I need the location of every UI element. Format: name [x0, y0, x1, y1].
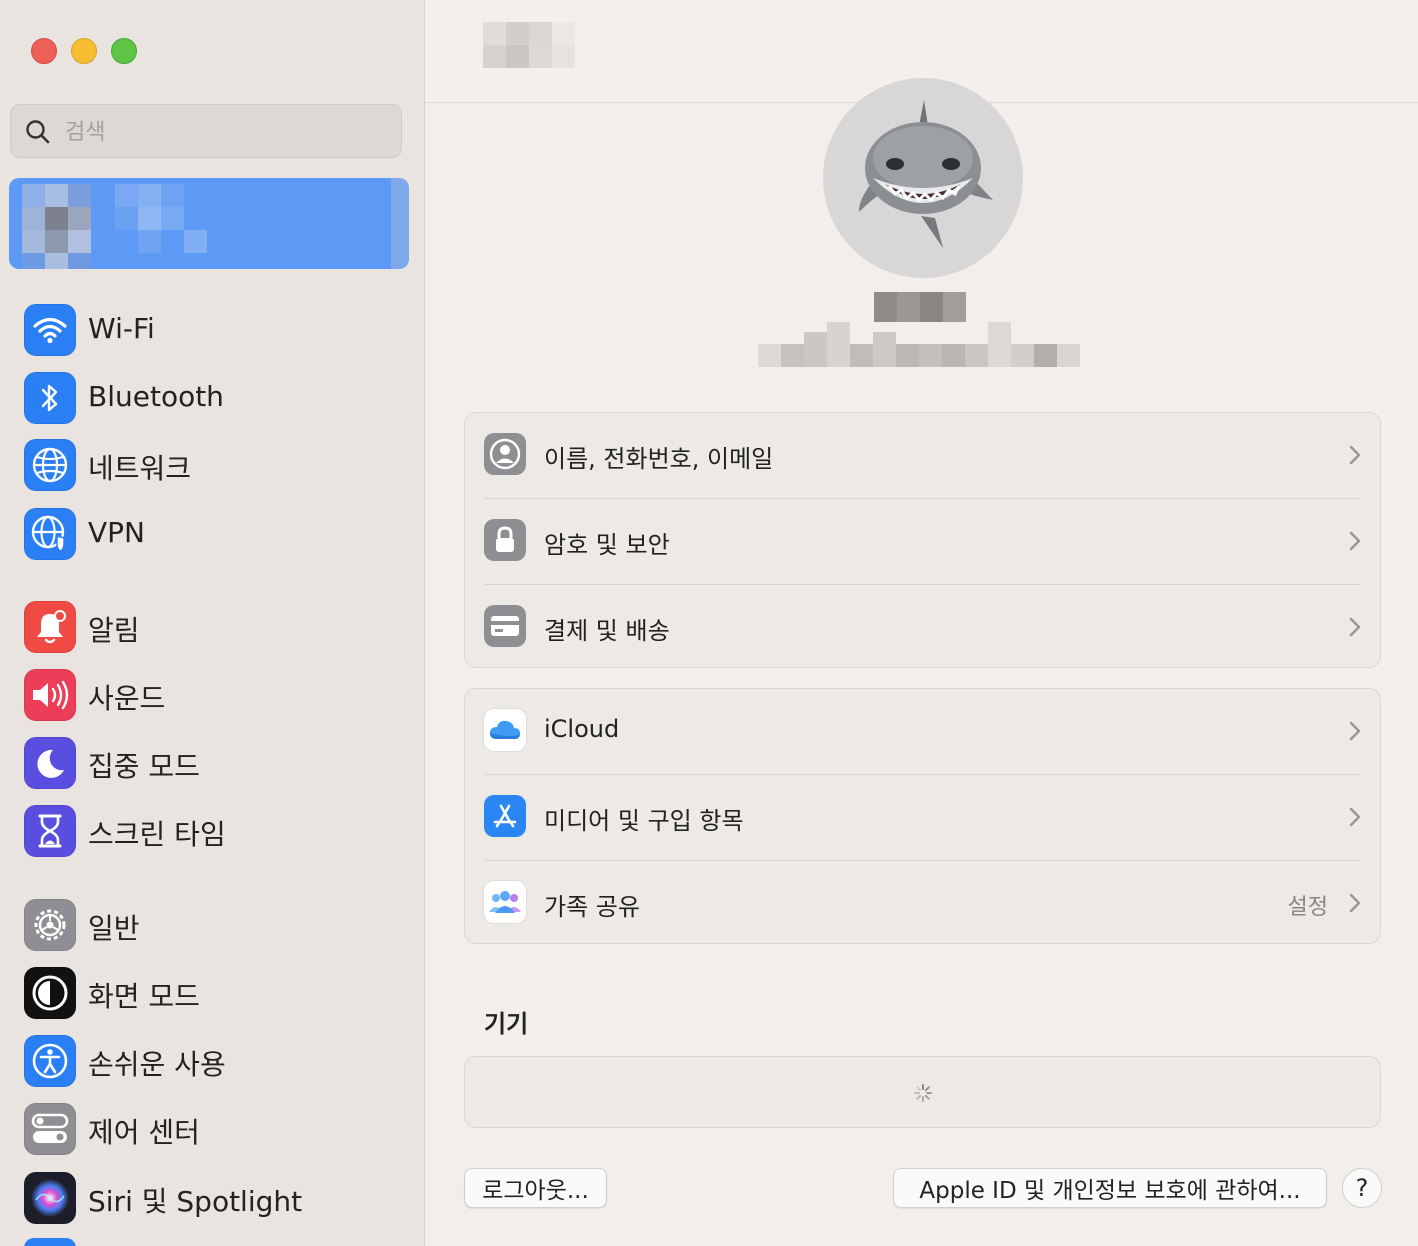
- gear-icon: [24, 899, 76, 951]
- appearance-icon: [24, 967, 76, 1019]
- sidebar: Wi-Fi Bluetooth 네트워크: [0, 0, 425, 1246]
- logout-button[interactable]: 로그아웃...: [464, 1168, 607, 1208]
- row-label: 암호 및 보안: [544, 531, 670, 559]
- control-center-icon: [24, 1103, 76, 1155]
- family-sharing-row[interactable]: 가족 공유 설정: [465, 861, 1380, 947]
- sidebar-item-sound[interactable]: 사운드: [22, 667, 412, 723]
- row-label: 미디어 및 구입 항목: [544, 807, 744, 835]
- bell-icon: [24, 601, 76, 653]
- search-input[interactable]: [63, 115, 387, 149]
- window-title-redacted: [483, 22, 575, 68]
- account-settings-group: 이름, 전화번호, 이메일 암호 및 보안 결제 및 배송: [464, 412, 1381, 668]
- sidebar-item-label: Siri 및 Spotlight: [88, 1185, 303, 1218]
- search-box[interactable]: [10, 104, 402, 158]
- loading-spinner-icon: [914, 1084, 932, 1102]
- search-icon: [26, 120, 50, 144]
- person-circle-icon: [484, 433, 526, 475]
- sidebar-item-focus[interactable]: 집중 모드: [22, 735, 412, 791]
- chevron-right-icon: [1349, 531, 1361, 551]
- chevron-right-icon: [1349, 807, 1361, 827]
- sidebar-item-label: 알림: [88, 614, 140, 647]
- sidebar-item-wifi[interactable]: Wi-Fi: [22, 302, 412, 358]
- app-store-icon: [484, 795, 526, 837]
- shark-memoji-icon: [858, 100, 993, 248]
- sidebar-item-vpn[interactable]: VPN: [22, 506, 412, 562]
- sidebar-item-label: 네트워크: [88, 452, 192, 485]
- devices-group: [464, 1056, 1381, 1128]
- sidebar-item-siri-spotlight[interactable]: Siri 및 Spotlight: [22, 1170, 412, 1226]
- chevron-right-icon: [1349, 721, 1361, 741]
- help-button[interactable]: ?: [1342, 1168, 1382, 1208]
- sidebar-item-label: 제어 센터: [88, 1116, 200, 1149]
- wifi-icon: [24, 304, 76, 356]
- row-label: 가족 공유: [544, 893, 640, 921]
- moon-icon: [24, 737, 76, 789]
- sidebar-item-control-center[interactable]: 제어 센터: [22, 1101, 412, 1157]
- icloud-row[interactable]: iCloud: [465, 689, 1380, 775]
- bluetooth-icon: [24, 372, 76, 424]
- sidebar-item-screen-time[interactable]: 스크린 타임: [22, 803, 412, 859]
- lock-icon: [484, 519, 526, 561]
- chevron-right-icon: [1349, 445, 1361, 465]
- credit-card-icon: [484, 605, 526, 647]
- sidebar-item-label: 집중 모드: [88, 750, 200, 783]
- window-close-button[interactable]: [31, 38, 57, 64]
- sidebar-item-label: Wi-Fi: [88, 312, 155, 345]
- sidebar-item-general[interactable]: 일반: [22, 897, 412, 953]
- sidebar-item-label: 손쉬운 사용: [88, 1048, 226, 1081]
- sidebar-item-appearance[interactable]: 화면 모드: [22, 965, 412, 1021]
- avatar[interactable]: [823, 78, 1023, 278]
- siri-icon: [24, 1172, 76, 1224]
- vpn-globe-icon: [24, 508, 76, 560]
- chevron-right-icon: [1349, 617, 1361, 637]
- icloud-icon: [484, 709, 526, 751]
- password-security-row[interactable]: 암호 및 보안: [465, 499, 1380, 585]
- apple-id-privacy-button[interactable]: Apple ID 및 개인정보 보호에 관하여...: [893, 1168, 1327, 1208]
- sidebar-item-apple-id[interactable]: [9, 178, 409, 269]
- sidebar-item-bluetooth[interactable]: Bluetooth: [22, 370, 412, 426]
- row-label: iCloud: [544, 715, 620, 743]
- sidebar-item-partial: [24, 1238, 76, 1246]
- window-zoom-button[interactable]: [111, 38, 137, 64]
- devices-section-header: 기기: [484, 1010, 529, 1038]
- services-group: iCloud 미디어 및 구입 항목 가족 공유 설정: [464, 688, 1381, 944]
- sidebar-item-notifications[interactable]: 알림: [22, 599, 412, 655]
- chevron-right-icon: [1349, 893, 1361, 913]
- media-purchases-row[interactable]: 미디어 및 구입 항목: [465, 775, 1380, 861]
- sidebar-item-label: VPN: [88, 516, 145, 549]
- payment-shipping-row[interactable]: 결제 및 배송: [465, 585, 1380, 671]
- sidebar-item-label: 화면 모드: [88, 980, 200, 1013]
- sidebar-item-accessibility[interactable]: 손쉬운 사용: [22, 1033, 412, 1089]
- account-name-redacted: [758, 292, 1082, 376]
- family-sharing-setup-value: 설정: [1287, 895, 1328, 920]
- sidebar-item-network[interactable]: 네트워크: [22, 437, 412, 493]
- hourglass-icon: [24, 805, 76, 857]
- name-phone-email-row[interactable]: 이름, 전화번호, 이메일: [465, 413, 1380, 499]
- family-sharing-icon: [484, 881, 526, 923]
- window-minimize-button[interactable]: [71, 38, 97, 64]
- row-label: 결제 및 배송: [544, 617, 670, 645]
- accessibility-icon: [24, 1035, 76, 1087]
- speaker-icon: [24, 669, 76, 721]
- sidebar-item-label: 사운드: [88, 682, 166, 715]
- network-globe-icon: [24, 439, 76, 491]
- sidebar-item-label: Bluetooth: [88, 380, 224, 413]
- row-label: 이름, 전화번호, 이메일: [544, 445, 774, 473]
- sidebar-item-label: 스크린 타임: [88, 818, 226, 851]
- sidebar-item-label: 일반: [88, 912, 140, 945]
